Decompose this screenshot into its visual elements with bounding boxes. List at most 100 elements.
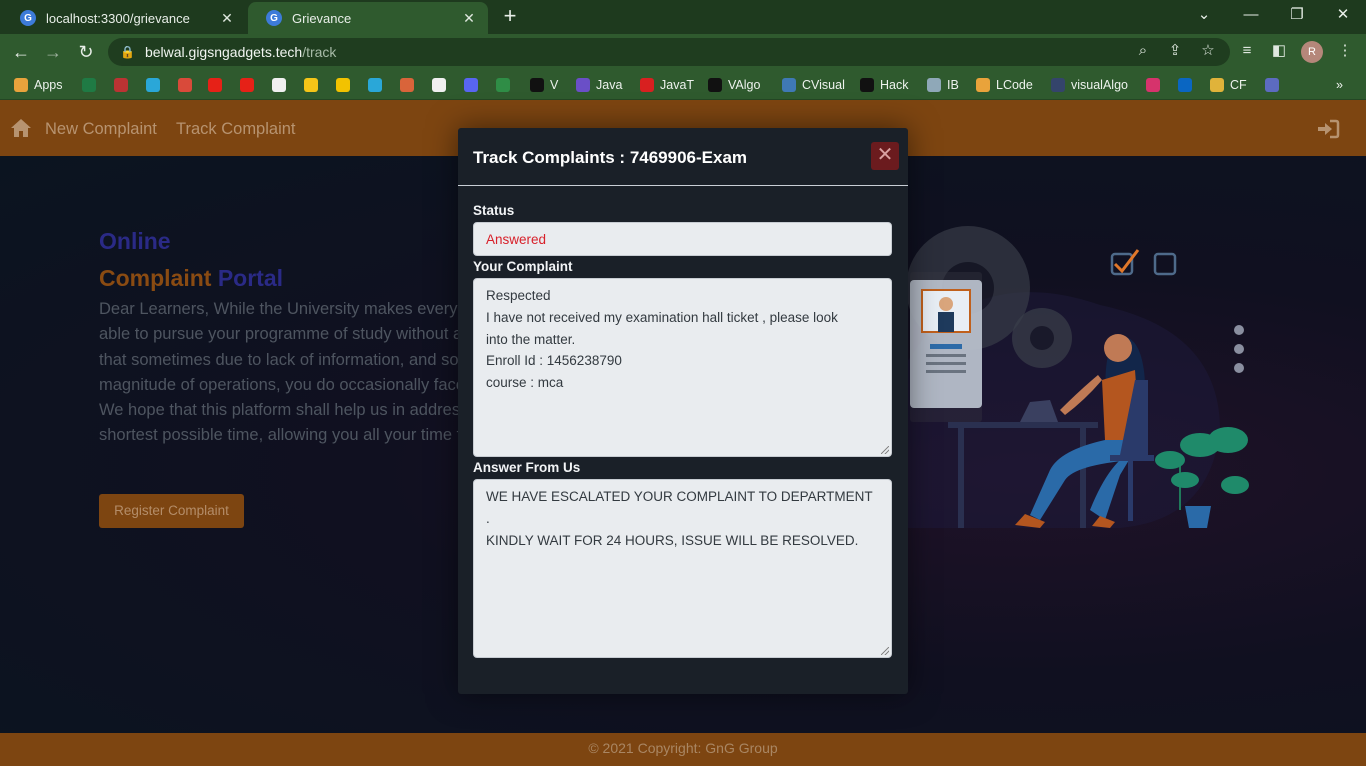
- bookmark-excel[interactable]: [82, 75, 96, 95]
- bookmark-code[interactable]: [400, 75, 414, 95]
- bookmark-pipe[interactable]: [146, 75, 160, 95]
- profile-avatar[interactable]: R: [1301, 41, 1323, 63]
- resize-grip-icon[interactable]: [881, 647, 889, 655]
- restore-button[interactable]: ❐: [1274, 0, 1320, 30]
- complaint-textarea[interactable]: Respected I have not received my examina…: [473, 278, 892, 457]
- pipe-icon: [146, 78, 160, 92]
- bookmark-star-icon[interactable]: ☆: [1196, 39, 1220, 63]
- footer: © 2021 Copyright: GnG Group: [0, 733, 1366, 766]
- bookmark-apps-grid[interactable]: Apps: [14, 75, 63, 95]
- leetcode-icon: [976, 78, 990, 92]
- menu-kebab-icon[interactable]: ⋮: [1333, 39, 1357, 63]
- bookmark-label: CVisual: [802, 78, 845, 92]
- status-label: Status: [473, 203, 515, 218]
- bookmark-flipkart[interactable]: [304, 75, 318, 95]
- nav-new-complaint[interactable]: New Complaint: [45, 120, 157, 139]
- copyright-text: © 2021 Copyright: GnG Group: [588, 740, 778, 756]
- bookmark-javat[interactable]: JavaT: [640, 75, 694, 95]
- sign-in-icon[interactable]: [1316, 119, 1340, 139]
- side-panel-icon[interactable]: ◧: [1267, 39, 1291, 63]
- share-icon[interactable]: ⇪: [1163, 39, 1187, 63]
- track-complaint-modal: Track Complaints : 7469906-Exam ✕ Status…: [458, 128, 908, 694]
- bookmark-github[interactable]: [432, 75, 446, 95]
- checkbox-icons: [1110, 249, 1177, 276]
- address-bar[interactable]: 🔒 belwal.gigsngadgets.tech/track: [108, 38, 1230, 66]
- visualalgo-icon: [1051, 78, 1065, 92]
- bookmark-gmail[interactable]: [178, 75, 192, 95]
- bookmark-label: LCode: [996, 78, 1033, 92]
- register-complaint-button[interactable]: Register Complaint: [99, 494, 244, 528]
- bookmark-discord[interactable]: [464, 75, 478, 95]
- bookmark-youtube-music[interactable]: [240, 75, 254, 95]
- apps-grid-icon: [14, 78, 28, 92]
- new-tab-button[interactable]: +: [498, 5, 522, 29]
- browser-tab-active[interactable]: G Grievance ✕: [248, 2, 488, 34]
- gmail-icon: [178, 78, 192, 92]
- hero-text-line: We hope that this platform shall help us…: [99, 401, 461, 420]
- bookmark-valgo[interactable]: VAlgo: [708, 75, 760, 95]
- globe-favicon-icon: G: [20, 10, 36, 26]
- bookmark-amazon[interactable]: [272, 75, 286, 95]
- bookmark-link[interactable]: [1265, 75, 1279, 95]
- browser-tab-strip: G localhost:3300/grievance ✕ G Grievance…: [0, 0, 1366, 34]
- bookmark-gfg[interactable]: [496, 75, 510, 95]
- arrow-icon: [368, 78, 382, 92]
- bookmark-instagram[interactable]: [1146, 75, 1160, 95]
- bookmark-arrow[interactable]: [368, 75, 382, 95]
- bookmark-label: VAlgo: [728, 78, 761, 92]
- youtube-icon: [208, 78, 222, 92]
- bookmark-linkedin[interactable]: [1178, 75, 1192, 95]
- nav-track-complaint[interactable]: Track Complaint: [176, 120, 296, 139]
- javat-icon: [640, 78, 654, 92]
- hero-text-line: that sometimes due to lack of informatio…: [99, 350, 459, 369]
- bookmark-label: Hack: [880, 78, 909, 92]
- ib-icon: [927, 78, 941, 92]
- close-modal-button[interactable]: ✕: [871, 142, 899, 170]
- hero-text-line: Dear Learners, While the University make…: [99, 300, 472, 318]
- forward-button[interactable]: →: [40, 39, 66, 65]
- bookmark-visualalgo[interactable]: visualAlgo: [1051, 75, 1128, 95]
- bookmark-label: Apps: [34, 78, 63, 92]
- flipkart-icon: [304, 78, 318, 92]
- home-icon[interactable]: [10, 118, 32, 138]
- bookmarks-overflow-icon[interactable]: »: [1336, 75, 1343, 95]
- bookmark-leetcode[interactable]: LCode: [976, 75, 1033, 95]
- close-tab-icon[interactable]: ✕: [218, 10, 236, 27]
- youtube-music-icon: [240, 78, 254, 92]
- back-button[interactable]: ←: [8, 39, 34, 65]
- browser-toolbar: ← → ↻ 🔒 belwal.gigsngadgets.tech/track ⌕…: [0, 34, 1366, 70]
- bookmark-label: visualAlgo: [1071, 78, 1128, 92]
- answer-label: Answer From Us: [473, 460, 581, 475]
- status-field[interactable]: Answered: [473, 222, 892, 256]
- bookmark-hackerrank[interactable]: Hack: [860, 75, 908, 95]
- bookmark-youtube[interactable]: [208, 75, 222, 95]
- zoom-icon[interactable]: ⌕: [1131, 39, 1155, 63]
- close-tab-icon[interactable]: ✕: [460, 10, 478, 27]
- modal-header: Track Complaints : 7469906-Exam ✕: [458, 128, 908, 186]
- answer-text: WE HAVE ESCALATED YOUR COMPLAINT TO DEPA…: [486, 489, 873, 548]
- close-window-button[interactable]: ✕: [1320, 0, 1366, 30]
- bookmark-speedometer[interactable]: [114, 75, 128, 95]
- bookmark-ib[interactable]: IB: [927, 75, 959, 95]
- bookmark-java[interactable]: Java: [576, 75, 622, 95]
- bookmark-label: V: [550, 78, 559, 92]
- complaint-text: Respected I have not received my examina…: [486, 288, 838, 391]
- bookmark-codeforces[interactable]: CF: [1210, 75, 1247, 95]
- hero-text-line: magnitude of operations, you do occasion…: [99, 375, 465, 394]
- media-control-icon[interactable]: ≡: [1235, 39, 1259, 63]
- bookmark-python[interactable]: CVisual: [782, 75, 845, 95]
- bookmark-p[interactable]: [336, 75, 350, 95]
- hero-text-line: shortest possible time, allowing you all…: [99, 426, 462, 445]
- answer-textarea[interactable]: WE HAVE ESCALATED YOUR COMPLAINT TO DEPA…: [473, 479, 892, 658]
- tab-search-chevron-icon[interactable]: ⌄: [1181, 0, 1227, 30]
- instagram-icon: [1146, 78, 1160, 92]
- reload-button[interactable]: ↻: [73, 39, 99, 65]
- hero-text-line: able to pursue your programme of study w…: [99, 325, 463, 344]
- browser-tab[interactable]: G localhost:3300/grievance ✕: [2, 2, 246, 34]
- hero-title-complaint: Complaint: [99, 265, 212, 291]
- minimize-button[interactable]: —: [1228, 0, 1274, 30]
- resize-grip-icon[interactable]: [881, 446, 889, 454]
- java-icon: [576, 78, 590, 92]
- bookmark-v[interactable]: V: [530, 75, 558, 95]
- lock-icon: 🔒: [120, 45, 135, 59]
